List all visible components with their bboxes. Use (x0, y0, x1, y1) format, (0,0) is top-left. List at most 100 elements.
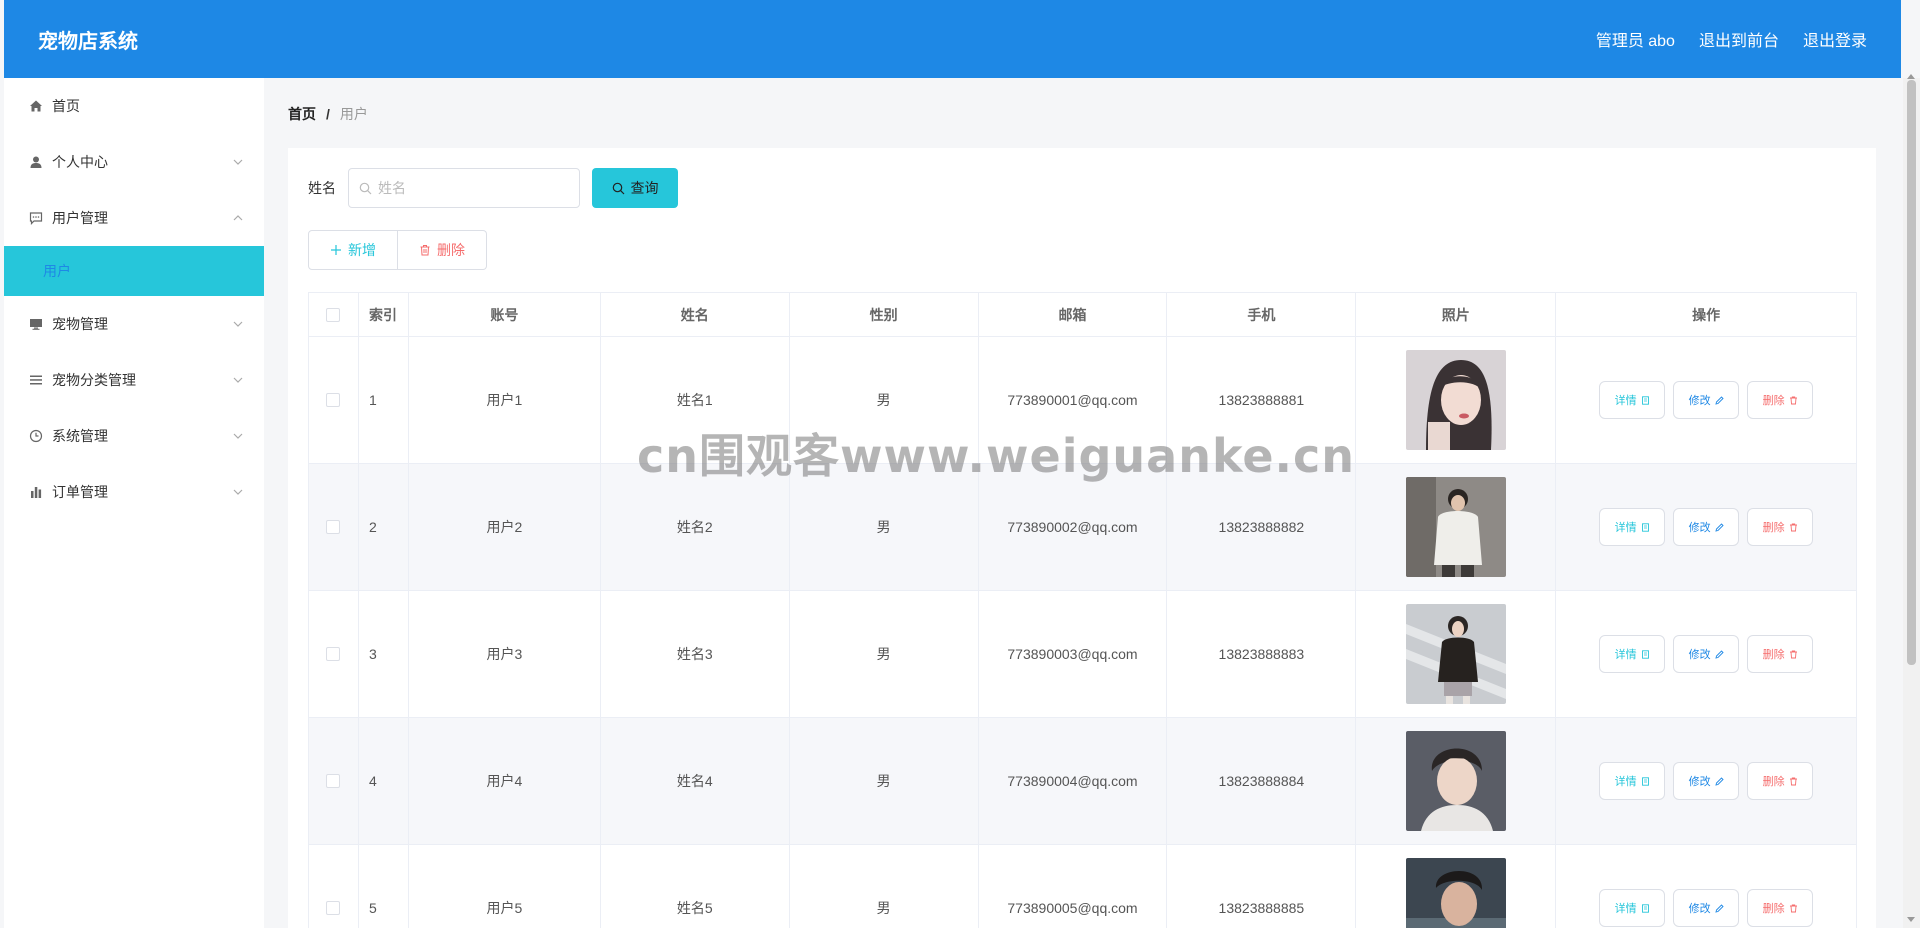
query-button[interactable]: 查询 (592, 168, 678, 208)
sidebar-item-user-management[interactable]: 用户管理 (4, 190, 264, 246)
column-header: 照片 (1356, 293, 1557, 336)
scroll-down-arrow-icon[interactable] (1907, 917, 1915, 922)
page-scrollbar[interactable] (1903, 74, 1920, 928)
query-button-label: 查询 (630, 180, 659, 196)
account-cell: 用户3 (409, 591, 601, 717)
sidebar-item-label: 宠物分类管理 (52, 372, 136, 388)
breadcrumb-home[interactable]: 首页 (288, 104, 316, 124)
photo-portrait-2-icon[interactable] (1405, 477, 1506, 577)
edit-label: 修改 (1688, 395, 1711, 407)
row-checkbox[interactable] (326, 393, 341, 407)
sidebar-item-pet-category-management[interactable]: 宠物分类管理 (4, 352, 264, 408)
trash-icon (1789, 396, 1797, 404)
sex-cell: 男 (790, 845, 979, 928)
sidebar-subitem-users[interactable]: 用户 (4, 246, 264, 296)
detail-label: 详情 (1614, 522, 1637, 534)
add-button[interactable]: 新增 (308, 230, 398, 270)
plus-icon (331, 245, 341, 255)
edit-label: 修改 (1688, 649, 1711, 661)
sidebar-item-home[interactable]: 首页 (4, 78, 264, 134)
delete-button-label: 删除 (437, 242, 465, 258)
header-actions: 管理员 abo 退出到前台 退出登录 (1596, 27, 1867, 51)
table-row: 5 用户5 姓名5 男 773890005@qq.com 13823888885… (309, 845, 1856, 928)
photo-cell (1356, 591, 1557, 717)
column-header: 账号 (409, 293, 601, 336)
column-header: 性别 (790, 293, 979, 336)
detail-label: 详情 (1614, 776, 1637, 788)
edit-button[interactable]: 修改 (1673, 635, 1740, 673)
trash-icon (1789, 650, 1797, 658)
column-header: 操作 (1692, 306, 1721, 323)
ops-cell: 详情 修改 删除 (1556, 718, 1856, 844)
edit-button[interactable]: 修改 (1673, 762, 1740, 800)
index-cell: 5 (359, 845, 409, 928)
row-delete-label: 删除 (1762, 903, 1785, 915)
phone-cell: 13823888884 (1167, 718, 1357, 844)
chat-icon (28, 210, 44, 226)
photo-portrait-5-icon[interactable] (1405, 858, 1506, 928)
clock-icon (28, 428, 44, 444)
back-to-front-link[interactable]: 退出到前台 (1699, 27, 1779, 51)
row-checkbox-cell (309, 845, 359, 928)
edit-label: 修改 (1688, 522, 1711, 534)
breadcrumb-separator: / (326, 106, 330, 122)
row-checkbox[interactable] (326, 901, 341, 915)
logout-link[interactable]: 退出登录 (1803, 27, 1867, 51)
app-title: 宠物店系统 (38, 30, 138, 53)
row-checkbox-cell (309, 718, 359, 844)
sidebar-item-system-management[interactable]: 系统管理 (4, 408, 264, 464)
phone-cell: 13823888885 (1167, 845, 1357, 928)
edit-button[interactable]: 修改 (1673, 889, 1740, 927)
document-icon (1641, 649, 1649, 659)
detail-button[interactable]: 详情 (1599, 762, 1666, 800)
row-delete-button[interactable]: 删除 (1747, 508, 1814, 546)
chevron-down-icon (233, 159, 243, 165)
ops-cell: 详情 修改 删除 (1556, 337, 1856, 463)
table-row: 2 用户2 姓名2 男 773890002@qq.com 13823888882… (309, 464, 1856, 591)
name-cell: 姓名5 (601, 845, 790, 928)
select-all-checkbox[interactable] (326, 307, 341, 322)
sidebar-item-personal-center[interactable]: 个人中心 (4, 134, 264, 190)
batch-delete-button[interactable]: 删除 (398, 230, 487, 270)
detail-label: 详情 (1614, 395, 1637, 407)
row-delete-button[interactable]: 删除 (1747, 381, 1814, 419)
detail-button[interactable]: 详情 (1599, 635, 1666, 673)
scrollbar-thumb[interactable] (1907, 80, 1916, 665)
detail-button[interactable]: 详情 (1599, 381, 1666, 419)
trash-icon (1789, 523, 1797, 531)
scroll-up-arrow-icon[interactable] (1907, 74, 1915, 79)
content-card: 姓名 查询 新增 删除 索引 账号 (288, 148, 1876, 928)
detail-button[interactable]: 详情 (1599, 508, 1666, 546)
document-icon (1641, 776, 1649, 786)
main-content: 首页 / 用户 姓名 查询 新增 删除 (268, 78, 1878, 928)
row-delete-button[interactable]: 删除 (1747, 762, 1814, 800)
phone-cell: 13823888882 (1167, 464, 1357, 590)
sex-cell: 男 (790, 718, 979, 844)
row-checkbox[interactable] (326, 520, 341, 534)
sidebar-item-label: 订单管理 (52, 484, 108, 500)
sidebar-item-order-management[interactable]: 订单管理 (4, 464, 264, 520)
photo-portrait-4-icon[interactable] (1405, 731, 1506, 831)
sidebar-item-pet-management[interactable]: 宠物管理 (4, 296, 264, 352)
photo-portrait-3-icon[interactable] (1405, 604, 1506, 704)
sidebar-item-label: 用户管理 (52, 210, 108, 226)
chevron-down-icon (233, 433, 243, 439)
chevron-down-icon (233, 489, 243, 495)
row-checkbox[interactable] (326, 647, 341, 661)
row-delete-button[interactable]: 删除 (1747, 635, 1814, 673)
search-input[interactable] (378, 180, 568, 196)
column-header: 手机 (1167, 293, 1357, 336)
row-checkbox[interactable] (326, 774, 341, 788)
edit-button[interactable]: 修改 (1673, 381, 1740, 419)
row-delete-label: 删除 (1762, 776, 1785, 788)
edit-icon (1714, 903, 1724, 913)
sidebar-item-label: 系统管理 (52, 428, 108, 444)
detail-button[interactable]: 详情 (1599, 889, 1666, 927)
search-icon (612, 182, 624, 194)
edit-button[interactable]: 修改 (1673, 508, 1740, 546)
row-checkbox-cell (309, 591, 359, 717)
photo-portrait-1-icon[interactable] (1405, 350, 1506, 450)
index-cell: 3 (359, 591, 409, 717)
sidebar-item-label: 宠物管理 (52, 316, 108, 332)
row-delete-button[interactable]: 删除 (1747, 889, 1814, 927)
